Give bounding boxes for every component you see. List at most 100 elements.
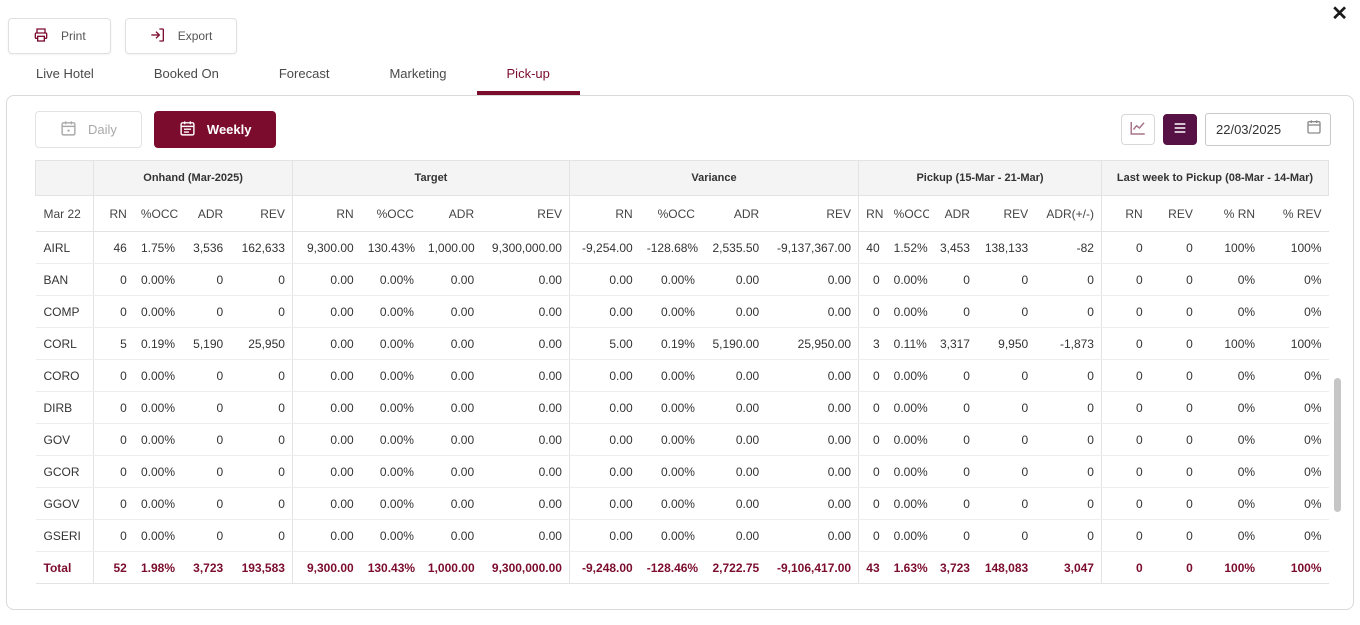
row-label: Total [36, 552, 94, 584]
cell: 0.00 [766, 488, 858, 520]
print-label: Print [61, 29, 86, 43]
cell: 0.00 [292, 328, 360, 360]
cell: 1,000.00 [421, 552, 481, 584]
column-header: %OCC [887, 196, 929, 232]
column-header: REV [977, 196, 1035, 232]
cell: 0.00 [481, 264, 569, 296]
weekly-toggle-button[interactable]: Weekly [154, 111, 277, 148]
cell: 0 [929, 360, 977, 392]
cell: 0.00 [569, 456, 639, 488]
cell: 0.00 [421, 520, 481, 552]
cell: 0% [1262, 424, 1328, 456]
cell: 0% [1200, 488, 1262, 520]
row-label: DIRB [36, 392, 94, 424]
cell: 0% [1262, 392, 1328, 424]
cell: 46 [94, 232, 134, 264]
cell: 40 [859, 232, 887, 264]
cell: -9,106,417.00 [766, 552, 858, 584]
calendar-icon[interactable] [1306, 119, 1322, 140]
cell: 0.00 [421, 296, 481, 328]
cell: 0 [94, 456, 134, 488]
cell: 0.00 [766, 424, 858, 456]
cell: 0 [1150, 552, 1200, 584]
cell: 0.00% [361, 264, 421, 296]
tab-live-hotel[interactable]: Live Hotel [6, 58, 124, 93]
cell: 0% [1200, 424, 1262, 456]
print-button[interactable]: Print [8, 18, 111, 54]
cell: 100% [1262, 552, 1328, 584]
cell: 0.00% [134, 392, 182, 424]
cell: 0 [859, 488, 887, 520]
cell: 0 [94, 264, 134, 296]
cell: 0.00% [887, 488, 929, 520]
table-row: DIRB00.00%000.000.00%0.000.000.000.00%0.… [36, 392, 1329, 424]
cell: 0% [1200, 360, 1262, 392]
export-button[interactable]: Export [125, 18, 238, 54]
cell: 0.00 [292, 520, 360, 552]
table-view-button[interactable] [1163, 114, 1197, 145]
cell: 0 [977, 264, 1035, 296]
cell: 0 [1101, 520, 1149, 552]
cell: 25,950 [230, 328, 292, 360]
daily-toggle-button[interactable]: Daily [35, 111, 142, 148]
cell: 0 [929, 392, 977, 424]
column-header: REV [481, 196, 569, 232]
cell: 0 [1035, 456, 1101, 488]
cell: 0.00% [361, 424, 421, 456]
cell: 0 [182, 456, 230, 488]
column-header: % REV [1262, 196, 1328, 232]
cell: 0.00 [481, 328, 569, 360]
cell: 1.98% [134, 552, 182, 584]
column-header: REV [766, 196, 858, 232]
cell: -1,873 [1035, 328, 1101, 360]
cell: 3,047 [1035, 552, 1101, 584]
cell: 0 [859, 392, 887, 424]
cell: 0% [1200, 392, 1262, 424]
tab-marketing[interactable]: Marketing [359, 58, 476, 93]
pickup-table-container: Onhand (Mar-2025)TargetVariancePickup (1… [35, 160, 1329, 584]
cell: 0 [1101, 552, 1149, 584]
cell: 0 [1150, 264, 1200, 296]
cell: 0.00% [640, 488, 702, 520]
cell: 0.19% [134, 328, 182, 360]
cell: 9,300.00 [292, 232, 360, 264]
cell: 0% [1200, 520, 1262, 552]
cell: 1.75% [134, 232, 182, 264]
scrollbar-thumb[interactable] [1334, 378, 1341, 511]
cell: 25,950.00 [766, 328, 858, 360]
cell: 0 [977, 392, 1035, 424]
table-row: GGOV00.00%000.000.00%0.000.000.000.00%0.… [36, 488, 1329, 520]
cell: 0.00 [702, 520, 766, 552]
cell: -82 [1035, 232, 1101, 264]
cell: 3,723 [929, 552, 977, 584]
close-icon[interactable]: ✕ [1331, 4, 1348, 24]
cell: 0 [1101, 456, 1149, 488]
pickup-table: Onhand (Mar-2025)TargetVariancePickup (1… [35, 160, 1329, 584]
cell: 0.00 [481, 456, 569, 488]
cell: 0 [1035, 520, 1101, 552]
date-picker[interactable] [1205, 113, 1331, 146]
cell: 0.00 [569, 488, 639, 520]
cell: 0.00% [361, 456, 421, 488]
cell: 0.00% [640, 296, 702, 328]
table-row: COMP00.00%000.000.00%0.000.000.000.00%0.… [36, 296, 1329, 328]
date-input[interactable] [1216, 122, 1296, 137]
cell: 0 [929, 264, 977, 296]
table-row: AIRL461.75%3,536162,6339,300.00130.43%1,… [36, 232, 1329, 264]
cell: 100% [1200, 552, 1262, 584]
cell: 0.00 [481, 296, 569, 328]
cell: 0 [859, 264, 887, 296]
table-row: GOV00.00%000.000.00%0.000.000.000.00%0.0… [36, 424, 1329, 456]
tab-booked-on[interactable]: Booked On [124, 58, 249, 93]
line-chart-icon [1129, 119, 1147, 140]
cell: 0 [94, 296, 134, 328]
cell: 0% [1262, 264, 1328, 296]
cell: 0 [977, 296, 1035, 328]
chart-view-button[interactable] [1121, 114, 1155, 145]
cell: 5,190.00 [702, 328, 766, 360]
column-header: ADR [182, 196, 230, 232]
cell: 0.00 [702, 456, 766, 488]
column-header: ADR [421, 196, 481, 232]
tab-forecast[interactable]: Forecast [249, 58, 360, 93]
tab-pick-up[interactable]: Pick-up [477, 58, 580, 93]
